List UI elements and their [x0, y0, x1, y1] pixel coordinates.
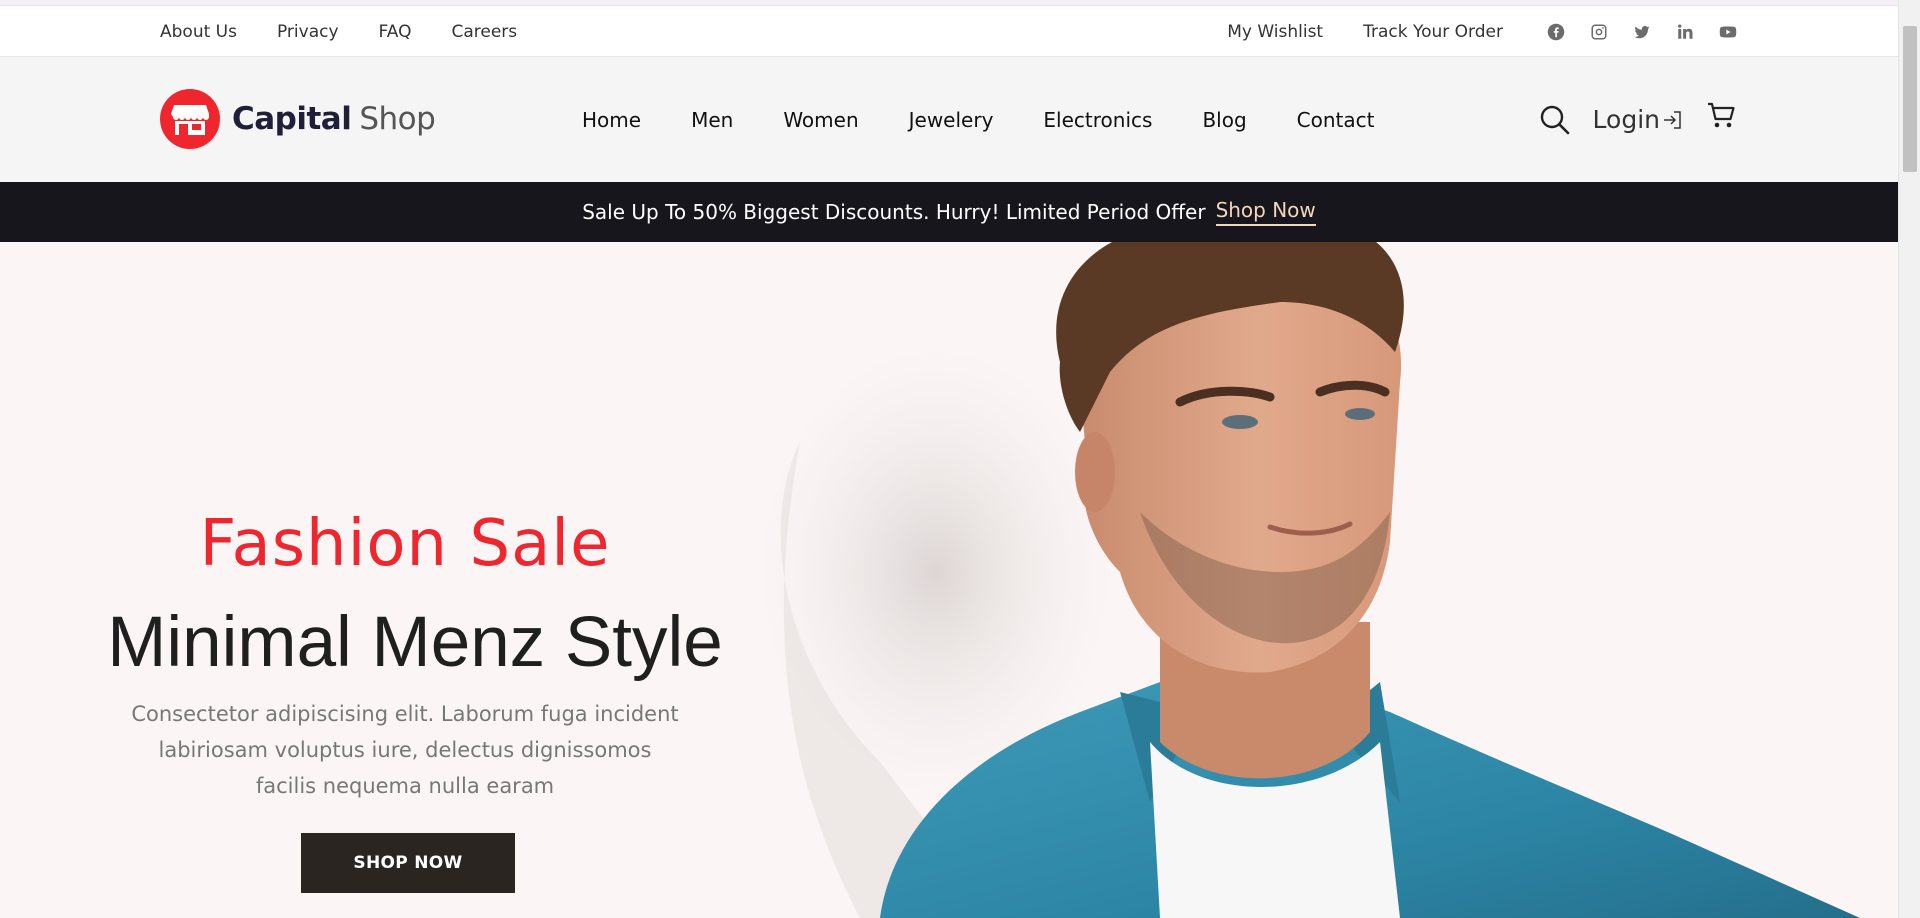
nav-women[interactable]: Women — [783, 108, 858, 132]
login-link[interactable]: Login — [1593, 105, 1684, 134]
nav-home[interactable]: Home — [582, 108, 641, 132]
utility-bar: About Us Privacy FAQ Careers My Wishlist… — [0, 6, 1898, 57]
careers-link[interactable]: Careers — [451, 22, 517, 42]
login-label: Login — [1592, 105, 1660, 134]
site-logo[interactable]: Capital Shop — [160, 89, 436, 149]
linkedin-icon[interactable] — [1674, 21, 1695, 42]
faq-link[interactable]: FAQ — [379, 22, 412, 42]
hero-subtitle: Fashion Sale — [199, 507, 611, 581]
logo-text-bold: Capital — [232, 101, 352, 137]
my-wishlist-link[interactable]: My Wishlist — [1227, 22, 1323, 42]
header-actions: Login — [1539, 57, 1738, 182]
privacy-link[interactable]: Privacy — [277, 22, 339, 42]
nav-contact[interactable]: Contact — [1297, 108, 1375, 132]
hero-banner: Fashion Sale Minimal Menz Style Consecte… — [0, 242, 1898, 918]
youtube-icon[interactable] — [1717, 21, 1738, 42]
hero-title: Minimal Menz Style — [107, 603, 723, 682]
nav-men[interactable]: Men — [691, 108, 733, 132]
hero-description: Consectetor adipiscising elit. Laborum f… — [131, 702, 679, 798]
track-order-link[interactable]: Track Your Order — [1363, 22, 1503, 42]
utility-links-left: About Us Privacy FAQ Careers — [160, 6, 517, 57]
about-us-link[interactable]: About Us — [160, 22, 237, 42]
twitter-icon[interactable] — [1631, 21, 1652, 42]
utility-links-right: My Wishlist Track Your Order — [1227, 6, 1738, 57]
cart-icon[interactable] — [1706, 100, 1738, 132]
facebook-icon[interactable] — [1545, 21, 1566, 42]
page-scrollbar[interactable] — [1898, 0, 1920, 918]
main-navigation: Home Men Women Jewelery Electronics Blog… — [582, 57, 1374, 182]
promo-bar: Sale Up To 50% Biggest Discounts. Hurry!… — [0, 182, 1898, 242]
logo-text-light: Shop — [359, 101, 436, 137]
promo-shop-now-link[interactable]: Shop Now — [1215, 198, 1316, 226]
main-header: Capital Shop Home Men Women Jewelery Elec… — [0, 57, 1898, 182]
login-arrow-icon — [1662, 109, 1684, 131]
nav-jewelery[interactable]: Jewelery — [909, 108, 994, 132]
promo-text: Sale Up To 50% Biggest Discounts. Hurry!… — [582, 200, 1206, 224]
logo-wordmark: Capital Shop — [232, 101, 436, 137]
instagram-icon[interactable] — [1588, 21, 1609, 42]
scrollbar-thumb[interactable] — [1903, 26, 1917, 172]
shop-now-button[interactable]: SHOP NOW — [301, 833, 515, 893]
nav-electronics[interactable]: Electronics — [1043, 108, 1152, 132]
nav-blog[interactable]: Blog — [1202, 108, 1246, 132]
shop-logo-icon — [160, 89, 220, 149]
social-links — [1545, 21, 1738, 42]
search-icon[interactable] — [1539, 104, 1571, 136]
hero-content: Fashion Sale Minimal Menz Style Consecte… — [100, 242, 730, 918]
